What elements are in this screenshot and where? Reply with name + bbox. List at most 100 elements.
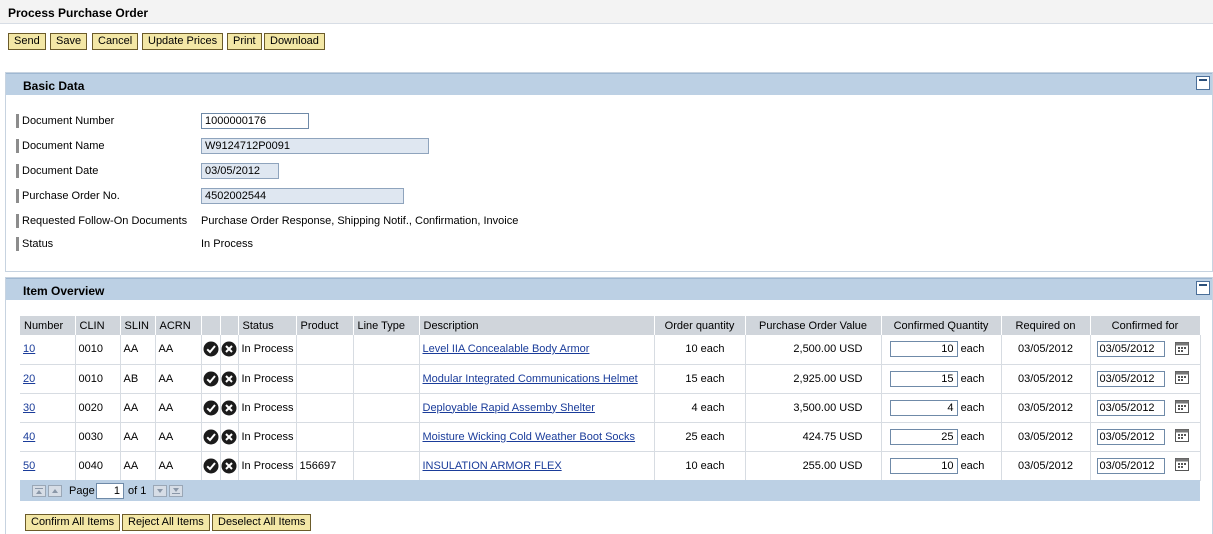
confirmed-for-input[interactable]: 03/05/2012 [1096,341,1165,358]
status-cell: In Process [238,364,297,394]
x-circle-icon[interactable] [221,341,237,357]
confirmed-quantity-input[interactable]: 25 [889,428,958,445]
basic-data-panel: Basic Data [5,72,1213,272]
confirmed-for-input[interactable]: 03/05/2012 [1096,399,1165,416]
description-link[interactable]: Moisture Wicking Cold Weather Boot Socks [423,431,636,443]
x-circle-icon[interactable] [221,400,237,416]
check-circle-icon[interactable] [203,371,219,387]
col-required-on[interactable]: Required on [1001,316,1091,335]
reject-all-items-button[interactable]: Reject All Items [122,514,210,531]
confirmed-quantity-input[interactable]: 10 [889,341,958,358]
confirmed-for-input[interactable]: 03/05/2012 [1096,370,1165,387]
item-number-link[interactable]: 20 [23,373,35,385]
line-type-cell [353,393,420,423]
x-circle-icon[interactable] [221,458,237,474]
col-order-quantity[interactable]: Order quantity [654,316,746,335]
col-line-type[interactable]: Line Type [353,316,420,335]
product-cell [296,393,354,423]
x-circle-icon[interactable] [221,371,237,387]
description-link[interactable]: Modular Integrated Communications Helmet [423,373,638,385]
reject-cell[interactable] [220,335,239,365]
description-cell[interactable]: Deployable Rapid Assemby Shelter [419,393,655,423]
confirmed-quantity-cell: 25 each [881,422,1002,452]
col-description[interactable]: Description [419,316,655,335]
download-button[interactable]: Download [264,33,325,50]
table-row: 50 0040 AA AA In Process 156697 INSULATION ARM… [20,451,1201,481]
col-acrn[interactable]: ACRN [155,316,202,335]
first-page-icon[interactable] [32,485,46,497]
description-cell[interactable]: INSULATION ARMOR FLEX [419,451,655,481]
calendar-icon[interactable] [1174,341,1189,358]
col-confirmed-quantity[interactable]: Confirmed Quantity [881,316,1002,335]
item-number-cell[interactable]: 20 [20,364,76,394]
description-link[interactable]: Deployable Rapid Assemby Shelter [423,402,595,414]
calendar-icon[interactable] [1174,457,1189,474]
acrn-cell: AA [155,451,202,481]
accept-cell[interactable] [201,422,221,452]
last-page-icon[interactable] [169,485,183,497]
page-number-input[interactable]: 1 [96,483,124,499]
document-name-field: W9124712P0091 [201,138,429,154]
reject-cell[interactable] [220,451,239,481]
description-link[interactable]: Level IIA Concealable Body Armor [423,343,590,355]
description-cell[interactable]: Modular Integrated Communications Helmet [419,364,655,394]
item-number-link[interactable]: 40 [23,431,35,443]
item-number-link[interactable]: 50 [23,460,35,472]
reject-cell[interactable] [220,422,239,452]
col-product[interactable]: Product [296,316,354,335]
calendar-icon[interactable] [1174,399,1189,416]
description-cell[interactable]: Moisture Wicking Cold Weather Boot Socks [419,422,655,452]
collapse-icon[interactable] [1196,281,1210,295]
reject-cell[interactable] [220,364,239,394]
x-circle-icon[interactable] [221,429,237,445]
confirmed-quantity-input[interactable]: 10 [889,457,958,474]
item-number-cell[interactable]: 30 [20,393,76,423]
check-circle-icon[interactable] [203,400,219,416]
save-button[interactable]: Save [50,33,88,50]
print-button[interactable]: Print [227,33,262,50]
confirmed-quantity-input[interactable]: 4 [889,399,958,416]
accept-cell[interactable] [201,393,221,423]
confirmed-for-cell: 03/05/2012 [1090,393,1201,423]
accept-cell[interactable] [201,364,221,394]
cancel-button[interactable]: Cancel [92,33,139,50]
confirmed-for-input[interactable]: 03/05/2012 [1096,457,1165,474]
description-cell[interactable]: Level IIA Concealable Body Armor [419,335,655,365]
accept-cell[interactable] [201,451,221,481]
order-quantity-cell: 10 each [654,335,746,365]
collapse-icon[interactable] [1196,76,1210,90]
check-circle-icon[interactable] [203,429,219,445]
prev-page-icon[interactable] [48,485,62,497]
item-number-cell[interactable]: 50 [20,451,76,481]
item-number-cell[interactable]: 40 [20,422,76,452]
send-button[interactable]: Send [8,33,46,50]
item-number-link[interactable]: 30 [23,402,35,414]
col-po-value[interactable]: Purchase Order Value [745,316,882,335]
col-slin[interactable]: SLIN [120,316,156,335]
deselect-all-items-button[interactable]: Deselect All Items [212,514,312,531]
document-number-field[interactable]: 1000000176 [201,113,309,129]
calendar-icon[interactable] [1174,428,1189,445]
calendar-icon[interactable] [1174,370,1189,387]
col-status[interactable]: Status [238,316,297,335]
col-accept [201,316,221,335]
reject-cell[interactable] [220,393,239,423]
col-number[interactable]: Number [20,316,76,335]
update-prices-button[interactable]: Update Prices [142,33,224,50]
check-circle-icon[interactable] [203,458,219,474]
item-number-cell[interactable]: 10 [20,335,76,365]
col-confirmed-for[interactable]: Confirmed for [1090,316,1201,335]
confirmed-quantity-input[interactable]: 15 [889,370,958,387]
item-number-link[interactable]: 10 [23,343,35,355]
check-circle-icon[interactable] [203,341,219,357]
basic-data-header: Basic Data [6,73,1212,95]
clin-cell: 0040 [75,451,121,481]
description-link[interactable]: INSULATION ARMOR FLEX [423,460,562,472]
accept-cell[interactable] [201,335,221,365]
confirm-all-items-button[interactable]: Confirm All Items [25,514,121,531]
col-clin[interactable]: CLIN [75,316,121,335]
next-page-icon[interactable] [153,485,167,497]
required-on-cell: 03/05/2012 [1001,335,1091,365]
confirmed-unit-label: each [960,343,985,356]
confirmed-for-input[interactable]: 03/05/2012 [1096,428,1165,445]
